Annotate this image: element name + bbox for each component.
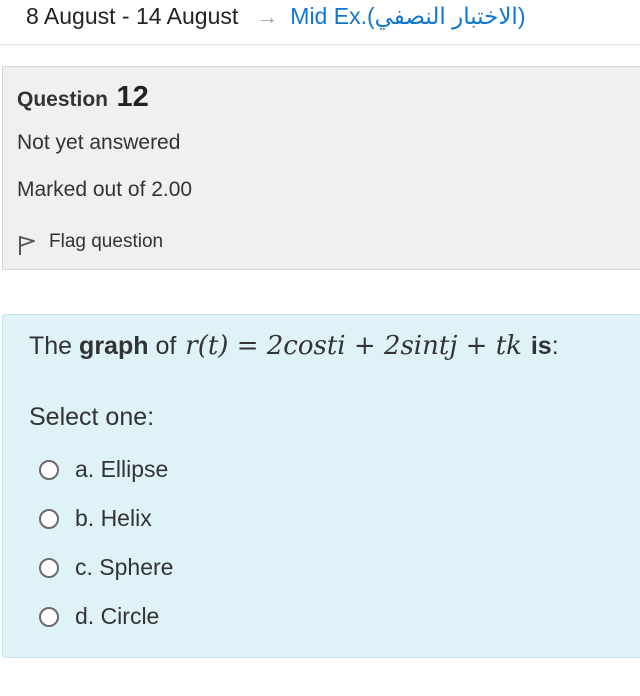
answer-option-c[interactable]: c. Sphere (39, 543, 173, 592)
answer-label[interactable]: b. Helix (75, 505, 152, 532)
radio-button[interactable] (39, 459, 59, 480)
question-heading: Question 12 (17, 81, 149, 114)
select-one-prompt: Select one: (29, 403, 155, 431)
answer-option-d[interactable]: d. Circle (39, 592, 173, 641)
question-text: The graph of r(t) = 2costi + 2sintj + tk… (29, 331, 559, 361)
answer-option-b[interactable]: b. Helix (39, 494, 173, 543)
question-formulation: The graph of r(t) = 2costi + 2sintj + tk… (2, 314, 640, 658)
question-number: 12 (116, 81, 149, 113)
breadcrumb-link-mid-exam[interactable]: Mid Ex.(الاختبار النصفي) (290, 3, 525, 30)
flag-question-button[interactable]: Flag question (17, 228, 163, 256)
radio-button[interactable] (39, 606, 59, 627)
breadcrumb-current: 8 August - 14 August (26, 3, 239, 29)
question-text-end: : (551, 332, 559, 360)
question-info-box: Question 12 Not yet answered Marked out … (2, 66, 640, 270)
radio-button[interactable] (39, 508, 59, 529)
answer-options: a. Ellipse b. Helix c. Sphere d. Circle (39, 445, 173, 641)
question-text-is: is (530, 332, 552, 360)
answer-option-a[interactable]: a. Ellipse (39, 445, 173, 494)
question-text-mid: of (155, 332, 177, 360)
question-label: Question (17, 88, 109, 111)
breadcrumb-bar: 8 August - 14 August → Mid Ex.(الاختبار … (0, 0, 640, 45)
flag-icon (19, 236, 35, 255)
question-text-bold: graph (79, 332, 149, 360)
answer-label[interactable]: d. Circle (75, 603, 159, 630)
question-text-prefix: The (29, 332, 73, 360)
answer-label[interactable]: c. Sphere (75, 554, 173, 581)
answer-label[interactable]: a. Ellipse (75, 456, 168, 483)
question-state: Not yet answered (17, 131, 181, 154)
flag-question-label: Flag question (49, 231, 164, 252)
breadcrumb: 8 August - 14 August → Mid Ex.(الاختبار … (26, 3, 526, 30)
breadcrumb-separator-icon: → (256, 3, 279, 29)
question-grade: Marked out of 2.00 (17, 178, 193, 201)
radio-button[interactable] (39, 557, 59, 578)
question-formula: r(t) = 2costi + 2sintj + tk (185, 331, 522, 361)
